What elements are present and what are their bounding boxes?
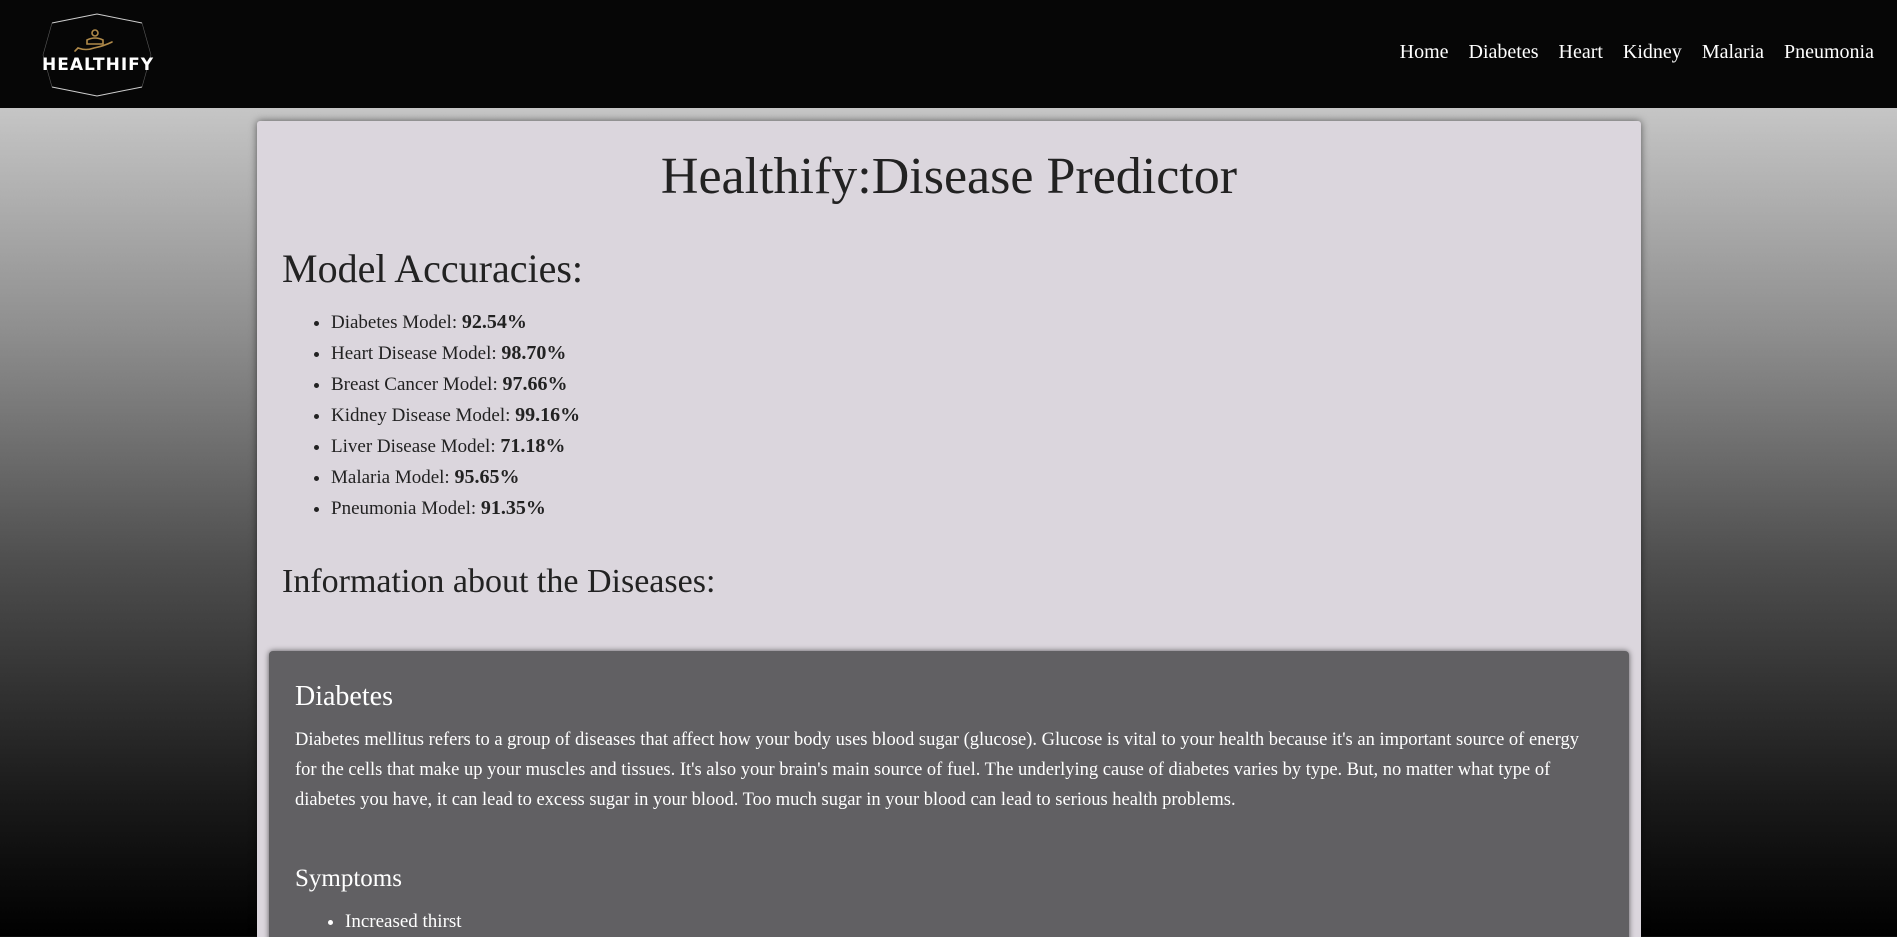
nav-link-diabetes[interactable]: Diabetes [1469,41,1539,64]
disease-card-diabetes: Diabetes Diabetes mellitus refers to a g… [269,651,1629,937]
nav-link-home[interactable]: Home [1400,41,1449,64]
accuracy-item-kidney: Kidney Disease Model: 99.16% [331,400,580,431]
accuracy-item-pneumonia: Pneumonia Model: 91.35% [331,493,580,524]
accuracy-label: Breast Cancer Model: [331,374,503,395]
accuracy-value: 91.35% [480,497,546,519]
accuracy-item-breast-cancer: Breast Cancer Model: 97.66% [331,369,580,400]
nav-link-kidney[interactable]: Kidney [1623,41,1682,64]
accuracy-value: 97.66% [502,373,568,395]
nav-link-heart[interactable]: Heart [1559,41,1603,64]
symptom-list: Increased thirst [321,907,462,937]
healthify-logo[interactable]: HEALTHIFY [42,13,155,97]
accuracy-value: 92.54% [461,311,527,333]
accuracy-value: 99.16% [515,404,581,426]
accuracies-heading: Model Accuracies: [282,246,583,291]
accuracy-label: Diabetes Model: [331,312,462,333]
accuracy-value: 98.70% [501,342,567,364]
accuracy-label: Kidney Disease Model: [331,405,516,426]
logo-text: HEALTHIFY [42,55,155,75]
accuracy-item-diabetes: Diabetes Model: 92.54% [331,307,580,338]
page-title: Healthify:Disease Predictor [660,148,1238,205]
symptom-item: Increased thirst [345,907,462,937]
symptoms-heading: Symptoms [295,865,402,892]
main-card: Healthify:Disease Predictor Model Accura… [257,121,1641,937]
accuracy-item-liver: Liver Disease Model: 71.18% [331,431,580,462]
disease-description: Diabetes mellitus refers to a group of d… [295,730,1579,810]
accuracy-value: 95.65% [454,466,520,488]
top-navbar: HEALTHIFY Home Diabetes Heart Kidney Mal… [0,0,1897,108]
accuracy-label: Liver Disease Model: [331,436,501,457]
accuracy-label: Heart Disease Model: [331,343,502,364]
accuracy-item-malaria: Malaria Model: 95.65% [331,462,580,493]
disease-title: Diabetes [295,681,393,712]
nav-link-pneumonia[interactable]: Pneumonia [1784,41,1874,64]
nav-link-malaria[interactable]: Malaria [1702,41,1764,64]
disease-info-heading: Information about the Diseases: [282,563,716,600]
accuracy-list: Diabetes Model: 92.54% Heart Disease Mod… [307,307,580,524]
accuracy-label: Pneumonia Model: [331,498,481,519]
accuracy-value: 71.18% [500,435,566,457]
nav-links: Home Diabetes Heart Kidney Malaria Pneum… [1380,41,1874,64]
accuracy-item-heart: Heart Disease Model: 98.70% [331,338,580,369]
accuracy-label: Malaria Model: [331,467,455,488]
